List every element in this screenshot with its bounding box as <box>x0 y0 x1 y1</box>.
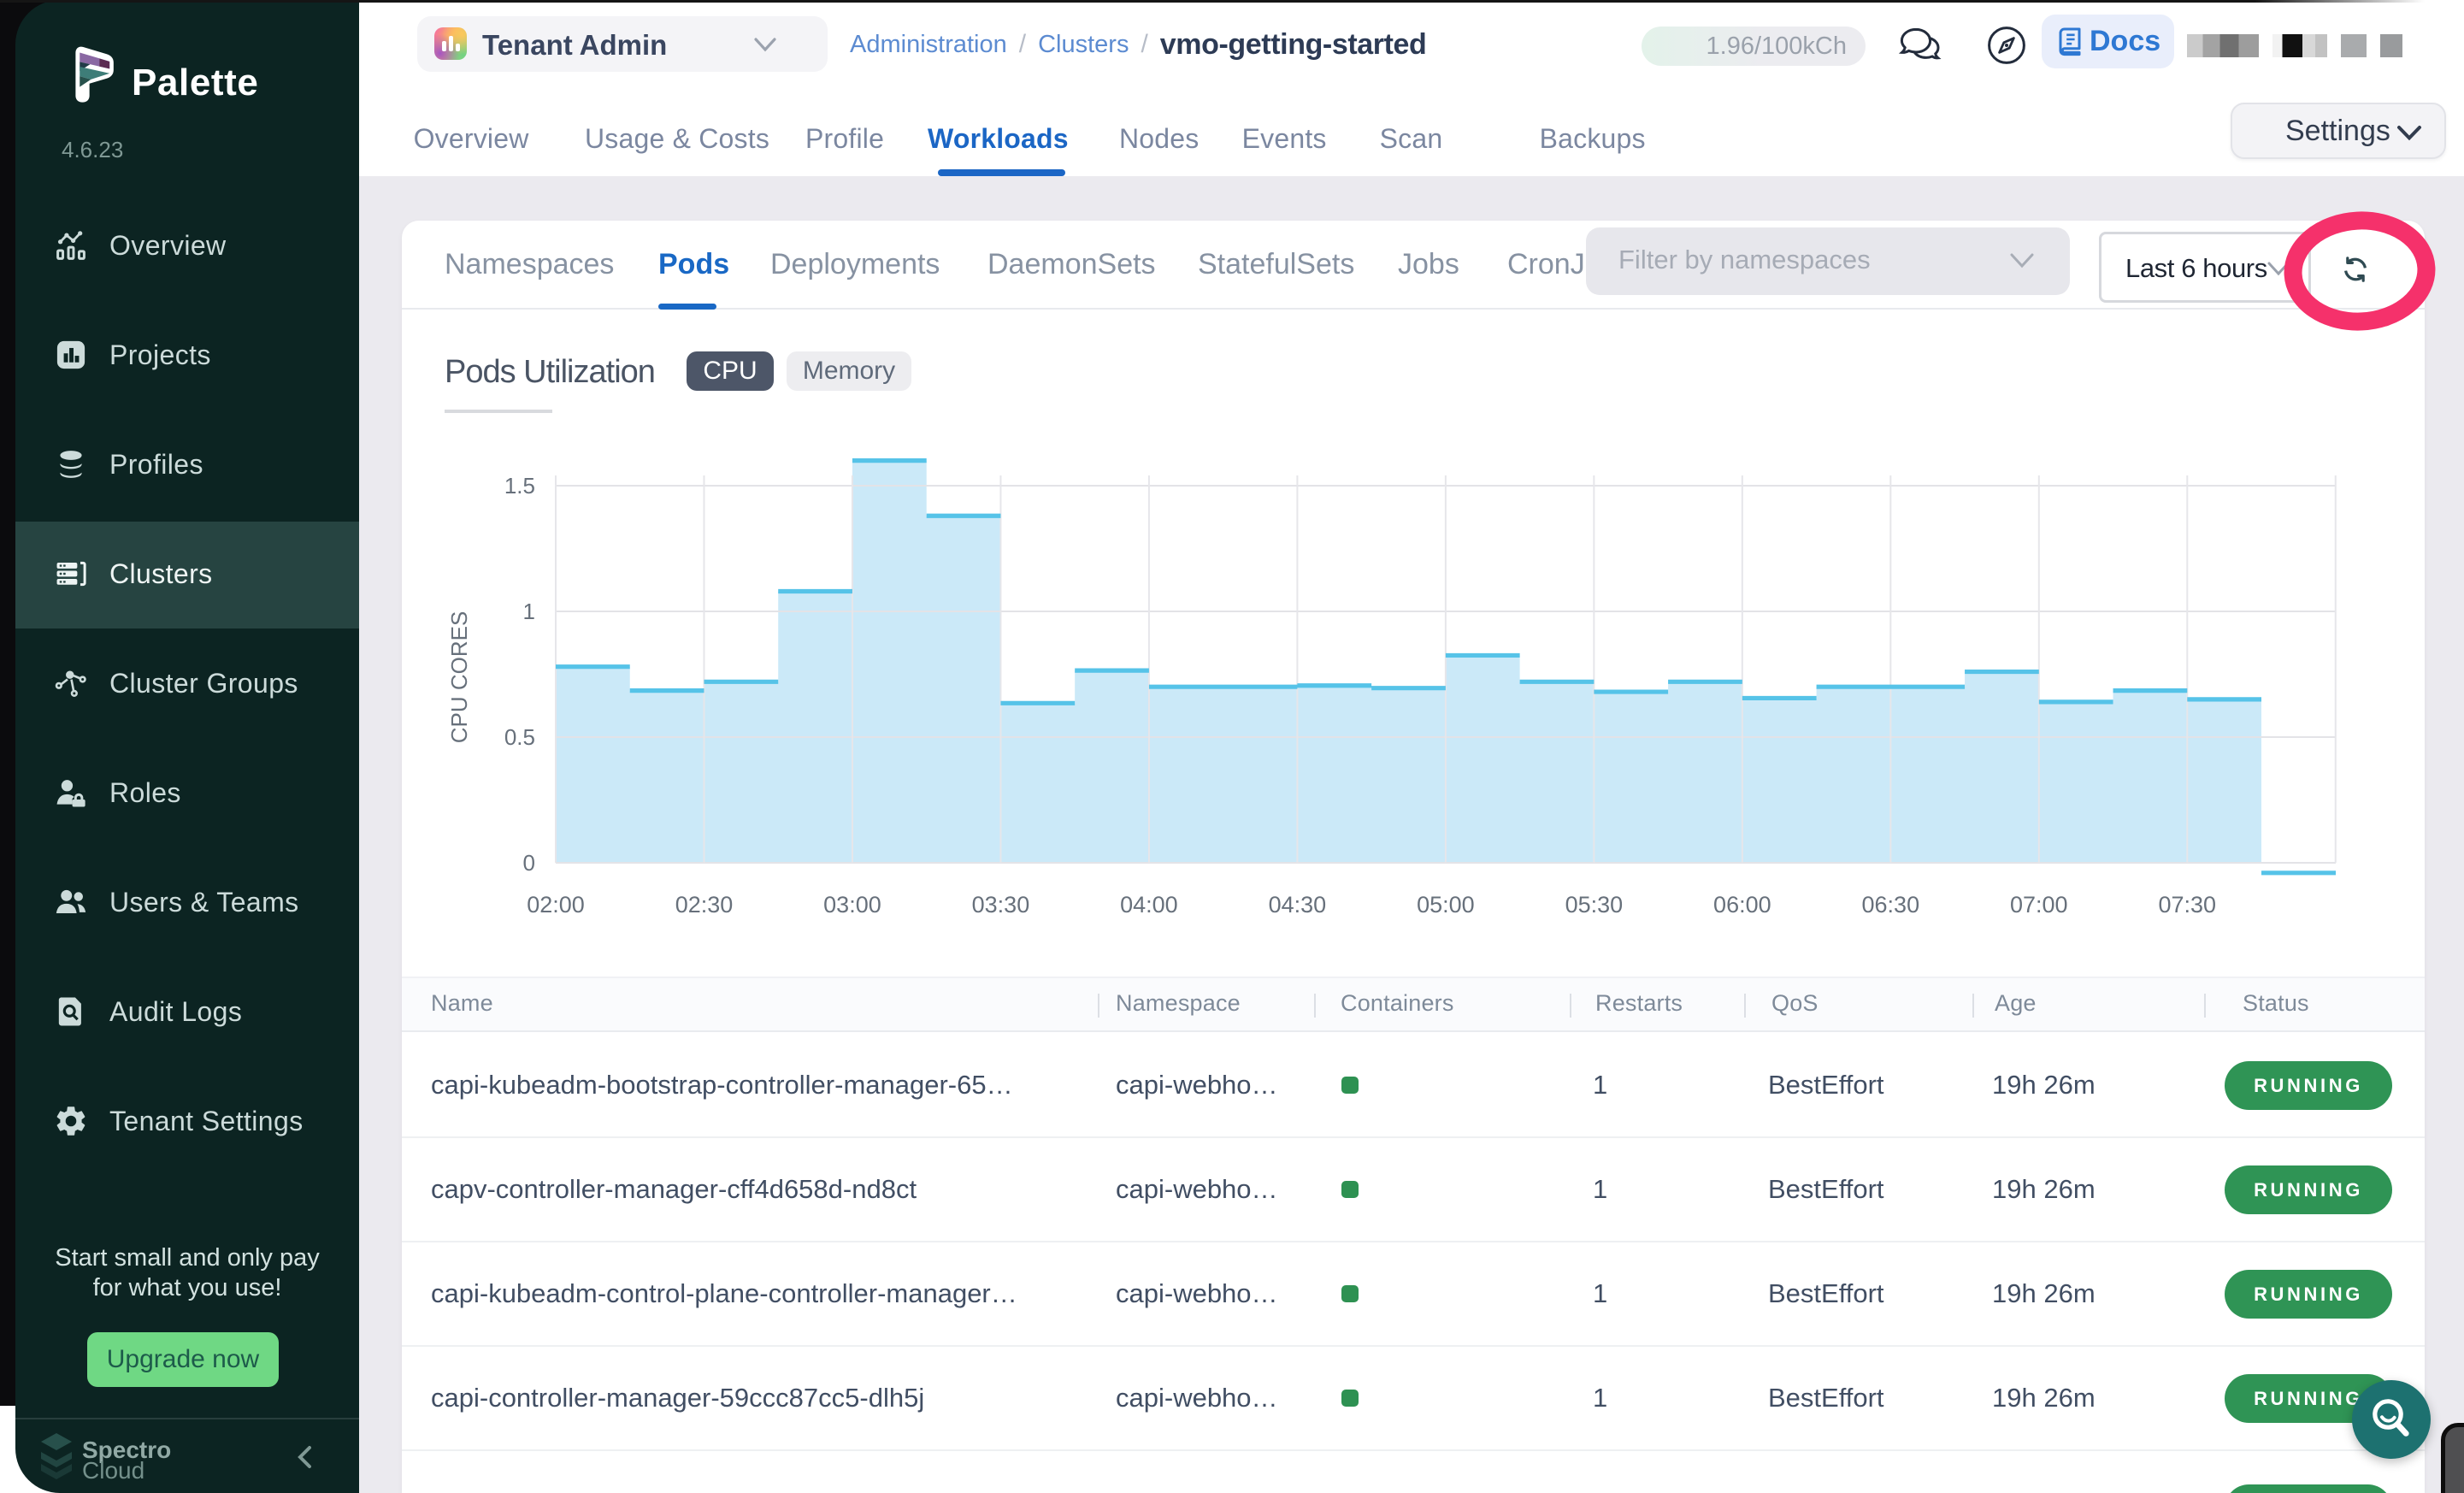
svg-text:04:00: 04:00 <box>1120 892 1178 918</box>
svg-text:03:00: 03:00 <box>823 892 881 918</box>
svg-text:04:30: 04:30 <box>1269 892 1327 918</box>
svg-text:05:30: 05:30 <box>1565 892 1624 918</box>
svg-text:03:30: 03:30 <box>972 892 1030 918</box>
svg-text:07:00: 07:00 <box>2010 892 2068 918</box>
svg-text:02:30: 02:30 <box>675 892 734 918</box>
svg-text:06:00: 06:00 <box>1713 892 1771 918</box>
svg-text:CPU CORES: CPU CORES <box>446 611 472 744</box>
svg-text:1: 1 <box>523 599 535 624</box>
svg-text:02:00: 02:00 <box>527 892 585 918</box>
svg-text:07:30: 07:30 <box>2158 892 2216 918</box>
svg-text:1.5: 1.5 <box>504 473 535 499</box>
svg-text:0.5: 0.5 <box>504 724 535 750</box>
svg-text:06:30: 06:30 <box>1862 892 1920 918</box>
svg-text:0: 0 <box>523 850 535 876</box>
svg-text:05:00: 05:00 <box>1417 892 1475 918</box>
